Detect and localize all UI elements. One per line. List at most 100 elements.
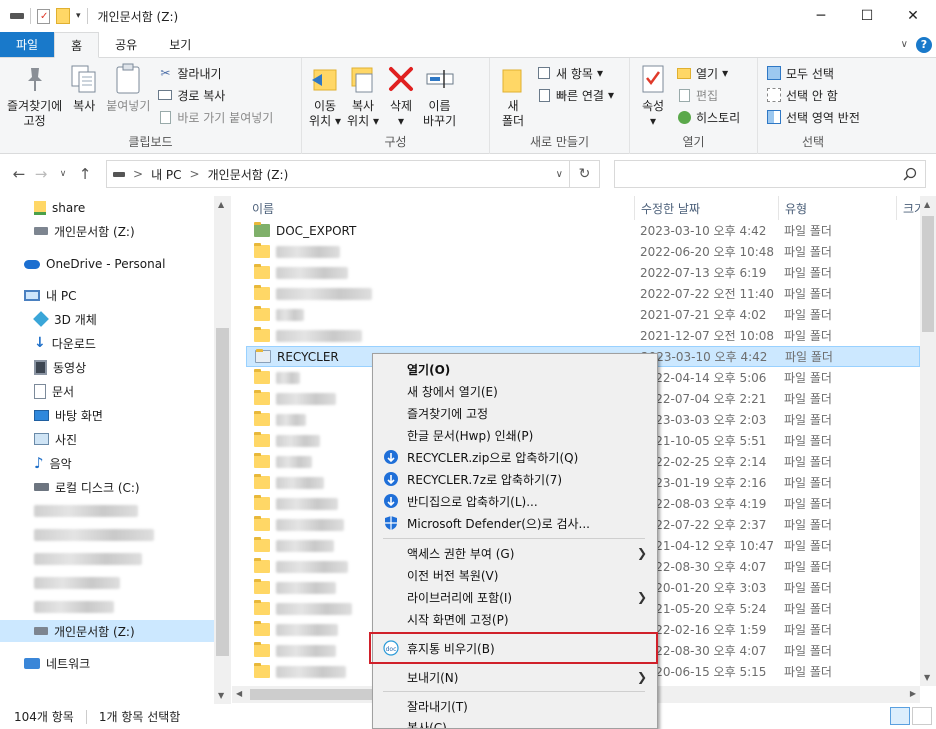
select-all-button[interactable]: 모두 선택	[766, 64, 860, 82]
nav-videos[interactable]: 동영상	[34, 356, 86, 378]
scroll-down-icon[interactable]: ▼	[924, 673, 930, 682]
column-header-date[interactable]: 수정한 날짜	[634, 196, 774, 220]
menu-hwp-print[interactable]: 한글 문서(Hwp) 인쇄(P)	[373, 424, 657, 446]
menu-pin-quick-access[interactable]: 즐겨찾기에 고정	[373, 402, 657, 424]
nav-redacted-drive[interactable]	[34, 524, 154, 546]
menu-send-to[interactable]: 보내기(N) ❯	[373, 666, 657, 688]
close-button[interactable]: ✕	[890, 0, 936, 32]
search-box[interactable]	[614, 160, 926, 188]
new-folder-qat-icon[interactable]	[56, 8, 70, 24]
menu-pin-start[interactable]: 시작 화면에 고정(P)	[373, 608, 657, 630]
paste-shortcut-button[interactable]: 바로 가기 붙여넣기	[157, 108, 273, 126]
tab-view[interactable]: 보기	[153, 32, 207, 57]
nav-3d-objects[interactable]: 3D 개체	[33, 308, 97, 330]
nav-music[interactable]: ♪ 음악	[34, 452, 72, 474]
address-dropdown-icon[interactable]: ∨	[556, 169, 563, 180]
ribbon-tabs: 파일 홈 공유 보기 ∨ ?	[0, 32, 936, 58]
type-cell: 파일 폴더	[784, 224, 832, 238]
nav-my-pc[interactable]: 내 PC	[24, 284, 76, 306]
ribbon-collapse-icon[interactable]: ∨	[901, 39, 908, 50]
qat-dropdown-icon[interactable]: ▾	[76, 11, 81, 21]
cut-button[interactable]: ✂ 잘라내기	[157, 64, 273, 82]
tab-share[interactable]: 공유	[99, 32, 153, 57]
scroll-up-icon[interactable]: ▲	[218, 200, 224, 209]
up-arrow-icon[interactable]: ↑	[74, 165, 96, 183]
nav-redacted-drive[interactable]	[34, 548, 142, 570]
edit-label: 편집	[696, 88, 719, 103]
nav-network[interactable]: 네트워크	[24, 652, 90, 674]
menu-restore-versions[interactable]: 이전 버전 복원(V)	[373, 564, 657, 586]
easy-access-button[interactable]: 빠른 연결 ▾	[536, 86, 614, 104]
nav-local-disk-c[interactable]: 로컬 디스크 (C:)	[34, 476, 140, 498]
copy-path-button[interactable]: 경로 복사	[157, 86, 273, 104]
nav-downloads[interactable]: ↓ 다운로드	[34, 332, 96, 354]
properties-check-icon[interactable]: ✓	[37, 8, 50, 24]
column-header-name[interactable]: 이름 ^	[252, 196, 632, 220]
table-row[interactable]: 2021-07-21 오후 4:02 파일 폴더	[246, 304, 920, 325]
nav-scroll-thumb[interactable]	[216, 328, 229, 656]
nav-drive-z-quick[interactable]: 개인문서함 (Z:)	[34, 220, 135, 242]
nav-onedrive[interactable]: OneDrive - Personal	[24, 253, 165, 275]
nav-pane-scrollbar[interactable]: ▲ ▼	[214, 196, 231, 704]
help-icon[interactable]: ?	[916, 36, 932, 53]
menu-7z-compress[interactable]: RECYCLER.7z로 압축하기(7)	[373, 468, 657, 490]
details-view-button[interactable]	[890, 707, 910, 725]
menu-cut[interactable]: 잘라내기(T)	[373, 695, 657, 717]
recent-dropdown-icon[interactable]: ∨	[52, 169, 74, 179]
new-item-button[interactable]: 새 항목 ▾	[536, 64, 614, 82]
menu-open[interactable]: 열기(O)	[373, 358, 657, 380]
nav-redacted-drive[interactable]	[34, 596, 114, 618]
large-icons-view-button[interactable]	[912, 707, 932, 725]
nav-drive-z-selected[interactable]: 개인문서함 (Z:)	[0, 620, 214, 642]
history-button[interactable]: 히스토리	[676, 108, 740, 126]
scroll-right-icon[interactable]: ▶	[910, 689, 916, 698]
column-header-type[interactable]: 유형	[778, 196, 894, 220]
menu-copy[interactable]: 복사(C)	[373, 716, 657, 729]
menu-zip-compress[interactable]: RECYCLER.zip으로 압축하기(Q)	[373, 446, 657, 468]
type-cell: 파일 폴더	[784, 371, 832, 385]
modified-date-cell: 2023-01-19 오후 2:16	[640, 476, 767, 490]
column-header-size[interactable]: 크기	[896, 196, 920, 220]
menu-defender-scan[interactable]: Microsoft Defender(으)로 검사...	[373, 512, 657, 534]
maximize-button[interactable]: ☐	[844, 0, 890, 32]
table-row[interactable]: 2021-12-07 오전 10:08 파일 폴더	[246, 325, 920, 346]
back-arrow-icon[interactable]: ←	[8, 165, 30, 183]
refresh-icon[interactable]: ↻	[569, 161, 599, 187]
redacted-file-name	[276, 581, 336, 594]
forward-arrow-icon[interactable]: →	[30, 165, 52, 183]
menu-bandizip-compress[interactable]: 반디집으로 압축하기(L)...	[373, 490, 657, 512]
drive-icon	[10, 13, 24, 19]
nav-redacted-drive[interactable]	[34, 572, 120, 594]
table-row[interactable]: 2022-07-22 오전 11:40 파일 폴더	[246, 283, 920, 304]
menu-include-library[interactable]: 라이브러리에 포함(I) ❯	[373, 586, 657, 608]
scroll-up-icon[interactable]: ▲	[924, 200, 930, 209]
invert-selection-button[interactable]: 선택 영역 반전	[766, 108, 860, 126]
table-row[interactable]: 2022-06-20 오후 10:48 파일 폴더	[246, 241, 920, 262]
select-none-button[interactable]: 선택 안 함	[766, 86, 860, 104]
tab-file[interactable]: 파일	[0, 32, 55, 57]
tab-home[interactable]: 홈	[54, 32, 100, 58]
redacted-label	[34, 601, 114, 613]
nav-documents[interactable]: 문서	[34, 380, 74, 402]
nav-share[interactable]: share	[34, 197, 85, 219]
file-list-scrollbar[interactable]: ▲ ▼	[920, 196, 936, 686]
move-label-2: 위치 ▾	[309, 114, 341, 128]
rename-label-1: 이름	[428, 99, 451, 113]
list-scroll-thumb[interactable]	[922, 216, 934, 332]
menu-give-access[interactable]: 액세스 권한 부여 (G) ❯	[373, 542, 657, 564]
edit-button[interactable]: 편집	[676, 86, 740, 104]
table-row[interactable]: DOC_EXPORT 2023-03-10 오후 4:42 파일 폴더	[246, 220, 920, 241]
open-button[interactable]: 열기 ▾	[676, 64, 740, 82]
nav-redacted-drive[interactable]	[34, 500, 138, 522]
scroll-down-icon[interactable]: ▼	[218, 691, 224, 700]
minimize-button[interactable]: ─	[798, 0, 844, 32]
breadcrumb-my-pc[interactable]: 내 PC	[151, 166, 181, 183]
scroll-left-icon[interactable]: ◀	[236, 689, 242, 698]
nav-pictures-label: 사진	[55, 432, 78, 447]
menu-open-new-window[interactable]: 새 창에서 열기(E)	[373, 380, 657, 402]
breadcrumb-drive-z[interactable]: 개인문서함 (Z:)	[208, 166, 289, 183]
nav-pictures[interactable]: 사진	[34, 428, 77, 450]
address-bar[interactable]: > 내 PC > 개인문서함 (Z:) ∨ ↻	[106, 160, 600, 188]
table-row[interactable]: 2022-07-13 오후 6:19 파일 폴더	[246, 262, 920, 283]
nav-desktop[interactable]: 바탕 화면	[34, 404, 103, 426]
